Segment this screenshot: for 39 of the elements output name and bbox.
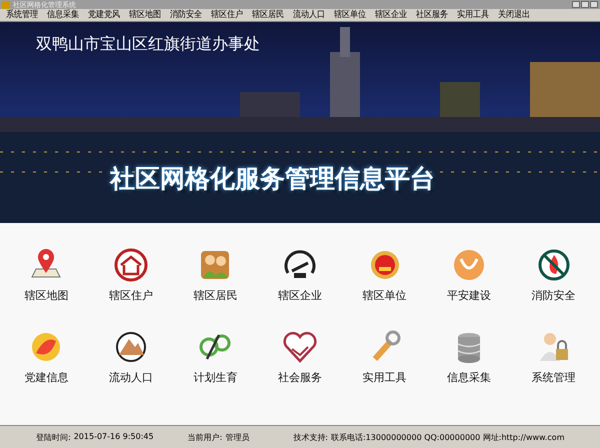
status-value: 管理员 xyxy=(225,432,250,442)
menu-item[interactable]: 党建党风 xyxy=(86,9,122,21)
module-button[interactable]: 计划生育 xyxy=(193,329,238,385)
close-button[interactable] xyxy=(590,1,598,8)
menu-item[interactable]: 辖区单位 xyxy=(332,9,368,21)
menu-item[interactable]: 辖区地图 xyxy=(127,9,163,21)
menu-item[interactable]: 辖区居民 xyxy=(250,9,286,21)
module-button[interactable]: 辖区地图 xyxy=(24,247,68,303)
module-button[interactable]: 消防安全 xyxy=(532,247,576,303)
module-button[interactable]: 辖区住户 xyxy=(108,247,153,303)
module-button[interactable]: 实用工具 xyxy=(362,329,407,385)
minimize-button[interactable] xyxy=(572,1,580,8)
module-button[interactable]: 辖区单位 xyxy=(362,247,407,303)
module-button[interactable]: 党建信息 xyxy=(24,329,68,385)
menu-item[interactable]: 社区服务 xyxy=(414,9,450,21)
menu-item[interactable]: 关闭退出 xyxy=(496,9,532,21)
menu-item[interactable]: 消防安全 xyxy=(168,9,204,21)
menu-item[interactable]: 流动人口 xyxy=(291,9,327,21)
status-value: 联系电话:13000000000 QQ:00000000 网址:http://www.com xyxy=(330,432,564,442)
status-label: 当前用户: xyxy=(188,432,222,442)
menu-item[interactable]: 信息采集 xyxy=(45,9,81,21)
module-button[interactable]: 系统管理 xyxy=(532,329,576,385)
menu-item[interactable]: 系统管理 xyxy=(4,9,40,21)
app-icon xyxy=(2,0,10,8)
menu-item[interactable]: 辖区企业 xyxy=(373,9,409,21)
module-button[interactable]: 平安建设 xyxy=(447,247,492,303)
menu-item[interactable]: 辖区住户 xyxy=(209,9,245,21)
menu-item[interactable]: 实用工具 xyxy=(455,9,491,21)
module-button[interactable]: 流动人口 xyxy=(108,329,153,385)
module-button[interactable]: 社会服务 xyxy=(278,329,322,385)
status-value: 2015-07-16 9:50:45 xyxy=(74,432,154,442)
office-name: 双鸭山市宝山区红旗街道办事处 xyxy=(36,34,260,55)
status-label: 登陆时间: xyxy=(36,432,71,442)
module-button[interactable]: 辖区企业 xyxy=(278,247,322,303)
maximize-button[interactable] xyxy=(581,1,589,8)
platform-title: 社区网格化服务管理信息平台 xyxy=(110,163,435,195)
module-button[interactable]: 信息采集 xyxy=(447,329,492,385)
module-button[interactable]: 辖区居民 xyxy=(193,247,238,303)
status-label: 技术支持: xyxy=(293,432,328,442)
